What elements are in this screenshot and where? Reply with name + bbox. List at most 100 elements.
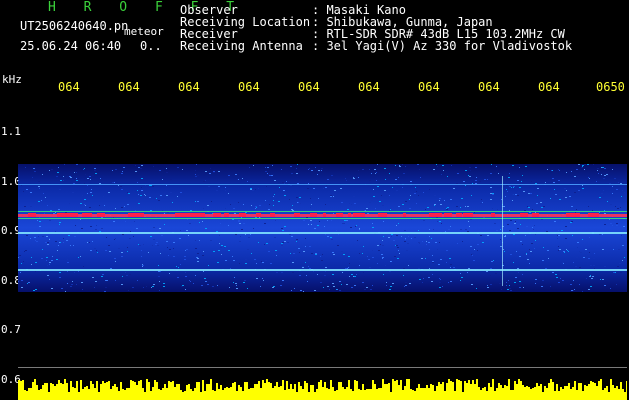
noise-speck	[142, 264, 143, 265]
carrier-spot	[491, 213, 495, 217]
noise-speck	[493, 260, 494, 261]
noise-speck	[552, 272, 554, 273]
noise-speck	[418, 242, 420, 243]
noise-speck	[594, 268, 595, 269]
noise-speck	[313, 271, 314, 272]
noise-speck	[461, 198, 463, 199]
spectrum-bin	[576, 390, 578, 400]
noise-speck	[543, 206, 545, 207]
spectrum-bin	[604, 388, 606, 400]
noise-speck	[518, 272, 519, 273]
noise-speck	[68, 255, 69, 256]
spectrum-bin	[450, 381, 452, 400]
noise-speck	[180, 230, 181, 231]
noise-speck	[315, 253, 317, 254]
spectrum-bin	[164, 384, 166, 400]
noise-speck	[405, 166, 406, 167]
spectrum-bin	[404, 386, 406, 400]
noise-speck	[184, 259, 186, 260]
noise-speck	[468, 175, 469, 176]
noise-speck	[408, 265, 409, 266]
noise-speck	[333, 286, 335, 287]
noise-speck	[535, 212, 536, 213]
noise-speck	[308, 169, 309, 170]
noise-speck	[122, 234, 124, 235]
noise-speck	[579, 267, 581, 268]
noise-speck	[609, 219, 610, 220]
spectrum-bin	[540, 384, 542, 400]
noise-speck	[281, 272, 283, 273]
noise-speck	[522, 274, 523, 275]
noise-speck	[487, 287, 489, 288]
noise-speck	[341, 251, 343, 252]
noise-speck	[616, 189, 618, 190]
noise-speck	[216, 190, 218, 191]
noise-speck	[274, 197, 276, 198]
noise-speck	[481, 199, 482, 200]
noise-speck	[336, 289, 337, 290]
noise-speck	[425, 258, 426, 259]
spectrum-bin	[492, 379, 494, 400]
spectrum-bin	[472, 380, 474, 400]
noise-speck	[339, 290, 341, 291]
carrier-spot	[444, 213, 452, 217]
noise-speck	[225, 190, 226, 191]
noise-speck	[598, 173, 599, 174]
noise-speck	[177, 196, 178, 197]
noise-speck	[605, 212, 606, 213]
carrier-spot	[270, 213, 275, 217]
noise-speck	[372, 285, 373, 286]
noise-speck	[383, 236, 384, 237]
spectrum-bin	[62, 384, 64, 400]
noise-speck	[272, 287, 274, 288]
noise-speck	[576, 209, 577, 210]
noise-speck	[507, 224, 509, 225]
noise-speck	[50, 210, 52, 211]
noise-speck	[515, 221, 516, 222]
noise-speck	[345, 178, 346, 179]
noise-speck	[256, 278, 258, 279]
noise-speck	[67, 176, 69, 177]
noise-speck	[225, 260, 227, 261]
noise-speck	[477, 244, 479, 245]
noise-speck	[558, 180, 560, 181]
noise-speck	[573, 280, 574, 281]
noise-speck	[353, 177, 354, 178]
noise-speck	[196, 257, 198, 258]
noise-speck	[113, 217, 114, 218]
noise-speck	[612, 186, 613, 187]
noise-speck	[416, 191, 417, 192]
noise-speck	[326, 185, 327, 186]
noise-speck	[486, 271, 488, 272]
spectrum-bin	[276, 382, 278, 400]
noise-speck	[341, 284, 342, 285]
noise-speck	[437, 221, 438, 222]
noise-speck	[340, 188, 342, 189]
noise-speck	[330, 196, 332, 197]
noise-speck	[406, 250, 408, 251]
carrier-spot	[192, 213, 199, 217]
noise-speck	[562, 280, 564, 281]
noise-speck	[578, 190, 580, 191]
spectrum-bin	[136, 385, 138, 400]
spectrum-bin	[336, 390, 338, 400]
noise-speck	[225, 187, 226, 188]
noise-speck	[453, 188, 455, 189]
noise-speck	[566, 172, 567, 173]
noise-speck	[201, 285, 203, 286]
spectrum-bin	[556, 384, 558, 400]
noise-speck	[589, 252, 590, 253]
noise-speck	[53, 212, 55, 213]
spectrum-bin	[202, 380, 204, 400]
noise-speck	[185, 250, 186, 251]
noise-speck	[59, 272, 61, 273]
noise-speck	[460, 280, 461, 281]
noise-speck	[535, 283, 536, 284]
noise-speck	[382, 258, 383, 259]
spectrum-bin	[380, 388, 382, 400]
spectrum-bin	[264, 383, 266, 400]
noise-speck	[353, 178, 355, 179]
noise-speck	[80, 219, 81, 220]
noise-speck	[583, 256, 584, 257]
noise-speck	[384, 168, 386, 169]
